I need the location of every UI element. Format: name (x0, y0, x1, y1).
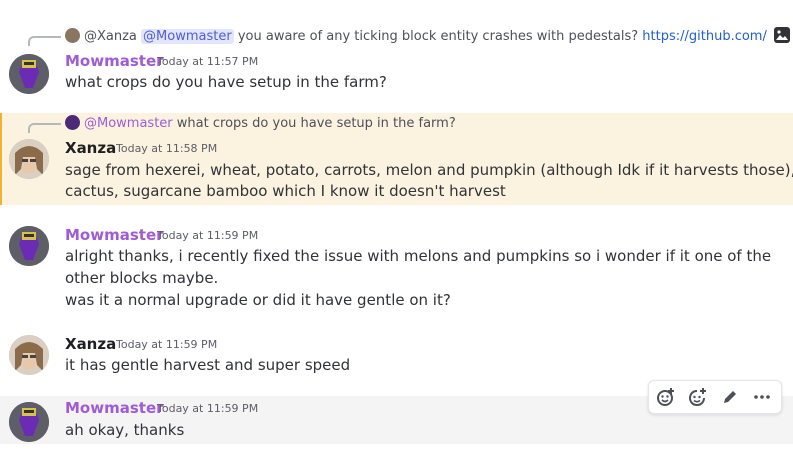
avatar[interactable] (9, 226, 49, 266)
timestamp: Today at 11:58 PM (116, 142, 218, 155)
message-text: ah okay, thanks (65, 421, 185, 439)
author-name[interactable]: Xanza (65, 335, 116, 353)
timestamp: Today at 11:57 PM (157, 55, 259, 68)
reply-avatar (65, 28, 80, 43)
timestamp: Today at 11:59 PM (116, 338, 218, 351)
author-name[interactable]: Mowmaster (65, 52, 164, 70)
reply-mention[interactable]: @Mowmaster (141, 29, 234, 44)
avatar[interactable] (9, 335, 49, 375)
message-text-line-2: cactus, sugarcane bamboo which I know it… (65, 182, 506, 200)
edit-icon[interactable] (717, 385, 743, 409)
timestamp: Today at 11:59 PM (157, 229, 259, 242)
reply-spine (28, 36, 61, 46)
message-text-line-3: was it a normal upgrade or did it have g… (65, 291, 451, 309)
reply-avatar (65, 115, 80, 130)
super-reaction-icon[interactable] (685, 385, 711, 409)
author-name[interactable]: Xanza (65, 139, 116, 157)
message-text-line-1: alright thanks, i recently fixed the iss… (65, 247, 772, 265)
reply-preview[interactable]: @Xanza @Mowmaster you aware of any ticki… (65, 27, 790, 46)
reply-preview[interactable]: @Mowmaster what crops do you have setup … (65, 115, 456, 133)
image-icon (774, 27, 790, 43)
message-text: it has gentle harvest and super speed (65, 356, 351, 374)
message-3[interactable]: Mowmaster Today at 11:59 PM alright than… (0, 222, 793, 314)
message-text-line-1: sage from hexerei, wheat, potato, carrot… (65, 161, 793, 179)
author-name[interactable]: Mowmaster (65, 399, 164, 417)
reply-author[interactable]: @Mowmaster (84, 116, 173, 131)
message-2[interactable]: @Mowmaster what crops do you have setup … (0, 113, 793, 205)
timestamp: Today at 11:59 PM (157, 402, 259, 415)
message-text: what crops do you have setup in the farm… (65, 73, 387, 91)
message-actions-toolbar (648, 380, 782, 414)
more-icon[interactable] (749, 385, 775, 409)
reply-author[interactable]: @Xanza (84, 29, 137, 44)
avatar[interactable] (9, 402, 49, 442)
add-reaction-icon[interactable] (653, 385, 679, 409)
avatar[interactable] (9, 139, 49, 179)
message-4[interactable]: Xanza Today at 11:59 PM it has gentle ha… (0, 332, 793, 382)
message-1[interactable]: @Xanza @Mowmaster you aware of any ticki… (0, 20, 793, 100)
reply-text: what crops do you have setup in the farm… (176, 116, 456, 131)
reply-link[interactable]: https://github.com/ (642, 29, 767, 44)
reply-spine (28, 123, 61, 133)
avatar[interactable] (9, 54, 49, 94)
message-text-line-2: other blocks maybe. (65, 269, 219, 287)
author-name[interactable]: Mowmaster (65, 226, 164, 244)
reply-text: you aware of any ticking block entity cr… (237, 29, 639, 44)
